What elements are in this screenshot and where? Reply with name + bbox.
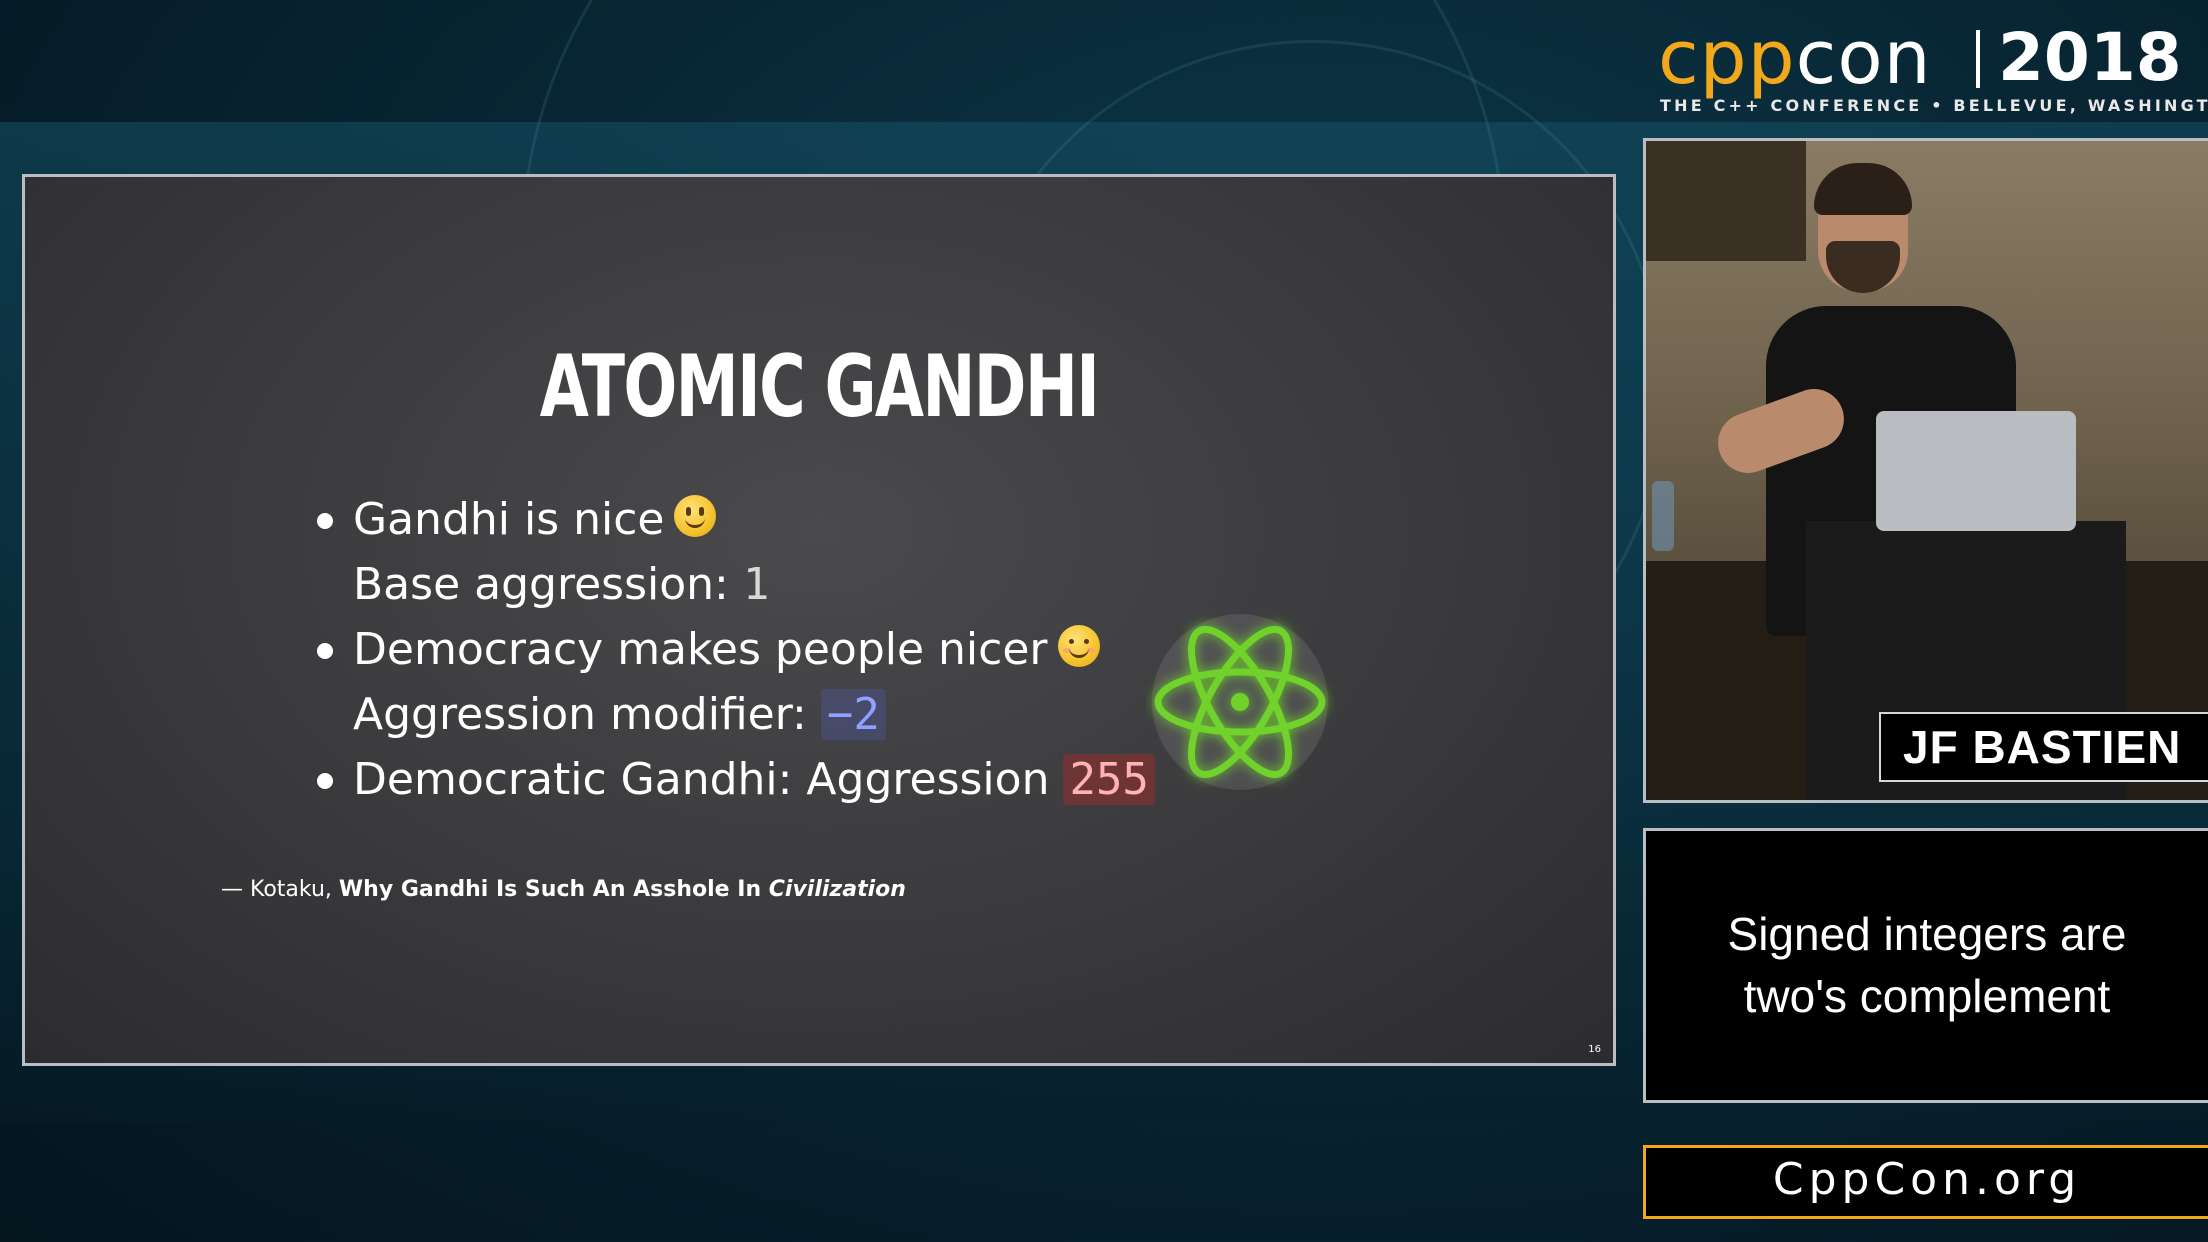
topic-caption-box: Signed integers are two's complement <box>1643 828 2208 1103</box>
logo-year: 2018 <box>1998 19 2182 96</box>
overflow-aggression-value: 255 <box>1063 754 1155 805</box>
bullet-text: Gandhi is nice <box>353 494 665 545</box>
smiling-face-emoji-icon <box>1057 625 1100 667</box>
bullet-item: Gandhi is nice Base aggression: 1 <box>315 487 1215 617</box>
water-bottle <box>1652 481 1674 551</box>
slide-citation: — Kotaku, Why Gandhi Is Such An Asshole … <box>221 877 906 902</box>
bullet-text: Democracy makes people nicer <box>353 624 1048 675</box>
bullet-item: Democracy makes people nicer Aggression … <box>315 617 1215 747</box>
atom-icon <box>1152 614 1328 790</box>
bullet-text: Democratic Gandhi: Aggression <box>353 754 1064 805</box>
laptop <box>1876 411 2076 531</box>
conference-url-box: CppCon.org <box>1643 1145 2208 1219</box>
bullet-dot <box>317 643 333 659</box>
bullet-dot <box>317 513 333 529</box>
slide-number: 16 <box>1588 1044 1601 1055</box>
slightly-smiling-face-emoji-icon <box>674 495 717 537</box>
sub-label: Base aggression: <box>353 559 743 610</box>
conference-url: CppCon.org <box>1772 1154 2082 1205</box>
speaker-name-tag: JF BASTIEN <box>1879 712 2208 782</box>
speaker-name: JF BASTIEN <box>1903 721 2182 773</box>
logo-tagline: THE C++ CONFERENCE • BELLEVUE, WASHINGTO… <box>1660 96 2208 115</box>
logo-divider <box>1976 30 1980 88</box>
topic-caption: Signed integers are two's complement <box>1727 908 2127 1022</box>
logo-wordmark: cppcon <box>1658 15 1932 101</box>
slide-title: ATOMIC GANDHI <box>539 337 1100 437</box>
speaker-video-feed <box>1643 138 2208 803</box>
bullet-item: Democratic Gandhi: Aggression 255 <box>315 747 1215 812</box>
base-aggression-value: 1 <box>742 559 770 610</box>
bullet-subline: Base aggression: 1 <box>353 552 1215 617</box>
bullet-subline: Aggression modifier: −2 <box>353 682 1215 747</box>
sub-label: Aggression modifier: <box>353 689 821 740</box>
bullet-dot <box>317 773 333 789</box>
presentation-slide: ATOMIC GANDHI Gandhi is nice Base aggres… <box>22 174 1616 1066</box>
bullet-list: Gandhi is nice Base aggression: 1 Democr… <box>315 487 1215 812</box>
aggression-modifier-value: −2 <box>820 689 886 740</box>
cppcon-logo: cppcon 2018 THE C++ CONFERENCE • BELLEVU… <box>1658 15 2208 118</box>
